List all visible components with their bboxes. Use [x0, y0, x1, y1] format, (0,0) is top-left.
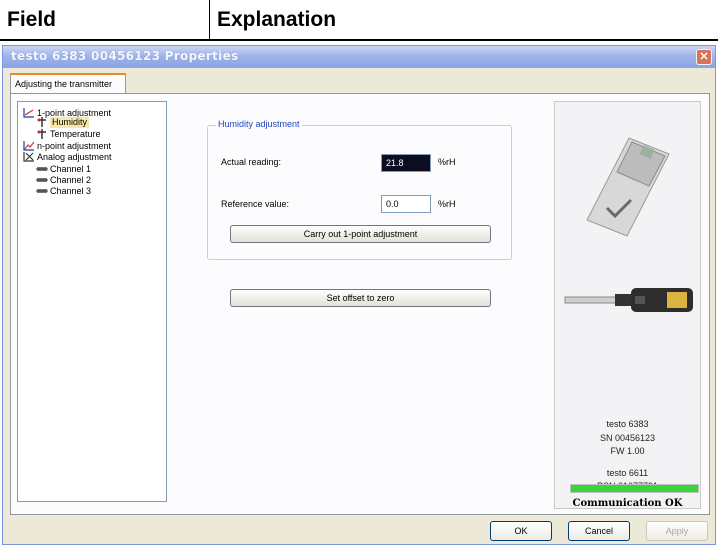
- actual-unit: %rH: [438, 157, 456, 167]
- header-table: Field Explanation: [0, 0, 718, 41]
- tree-item-channel-3[interactable]: Channel 3: [36, 186, 91, 197]
- tree-item-humidity[interactable]: Humidity: [36, 117, 90, 128]
- n-point-adjust-icon: [23, 141, 35, 151]
- tree-item-channel-1[interactable]: Channel 1: [36, 164, 91, 175]
- device-model: testo 6383: [606, 419, 649, 429]
- carry-out-adjustment-button[interactable]: Carry out 1-point adjustment: [230, 225, 491, 243]
- tree-item-n-point[interactable]: n-point adjustment: [23, 141, 111, 152]
- close-button[interactable]: ✕: [696, 49, 712, 65]
- properties-window: testo 6383 00456123 Properties ✕ Adjusti…: [2, 45, 716, 545]
- device-firmware: FW 1.00: [610, 446, 645, 456]
- communication-progress: [570, 484, 699, 493]
- group-legend: Humidity adjustment: [216, 119, 302, 129]
- actual-reading-field: 21.8: [381, 154, 431, 172]
- communication-status: Communication OK: [572, 498, 683, 509]
- header-explanation: Explanation: [217, 8, 337, 31]
- reference-value-input[interactable]: 0.0: [381, 195, 431, 213]
- tree-item-analog[interactable]: Analog adjustment: [23, 152, 112, 163]
- apply-button[interactable]: Apply: [646, 521, 708, 541]
- probe-icon: [37, 129, 46, 139]
- adjustment-tree[interactable]: 1-point adjustment Humidity Temperature: [17, 101, 167, 502]
- device-serial: SN 00456123: [599, 433, 656, 443]
- channel-icon: [36, 189, 48, 193]
- tab-adjusting-transmitter[interactable]: Adjusting the transmitter: [10, 73, 126, 94]
- channel-icon: [36, 167, 48, 171]
- header-field: Field: [0, 0, 210, 39]
- actual-reading-label: Actual reading:: [221, 157, 282, 167]
- set-offset-zero-button[interactable]: Set offset to zero: [230, 289, 491, 307]
- probe-image: [564, 288, 693, 312]
- device-panel: testo 6383 SN 00456123 FW 1.00 testo 661…: [554, 101, 701, 509]
- humidity-adjustment-group: Humidity adjustment Actual reading: 21.8…: [207, 119, 512, 260]
- tree-item-temperature[interactable]: Temperature: [36, 129, 101, 140]
- probe-model: testo 6611: [606, 468, 649, 478]
- channel-icon: [36, 178, 48, 182]
- reference-unit: %rH: [438, 199, 456, 209]
- one-point-adjust-icon: [23, 108, 34, 118]
- cancel-button[interactable]: Cancel: [568, 521, 630, 541]
- title-bar[interactable]: testo 6383 00456123 Properties ✕: [3, 46, 715, 68]
- reference-value-label: Reference value:: [221, 199, 290, 209]
- transmitter-image: [586, 137, 670, 237]
- tree-item-channel-2[interactable]: Channel 2: [36, 175, 91, 186]
- tab-panel: 1-point adjustment Humidity Temperature: [10, 93, 710, 515]
- analog-adjust-icon: [23, 152, 34, 162]
- window-title: testo 6383 00456123 Properties: [11, 49, 239, 63]
- probe-icon: [37, 117, 46, 127]
- ok-button[interactable]: OK: [490, 521, 552, 541]
- progress-fill: [571, 485, 698, 492]
